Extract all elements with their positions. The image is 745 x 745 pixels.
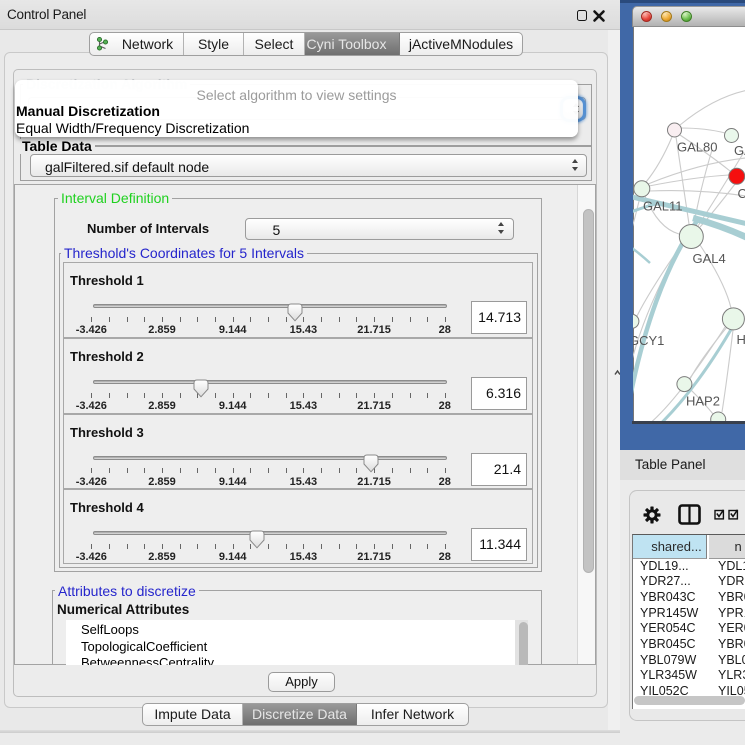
svg-text:HAP2: HAP2	[686, 394, 720, 409]
svg-text:GAL80: GAL80	[677, 140, 717, 155]
svg-text:GAL4: GAL4	[693, 251, 726, 266]
svg-text:GCY1: GCY1	[633, 333, 664, 348]
svg-text:GAL3: GAL3	[734, 143, 745, 158]
svg-text:CY: CY	[738, 186, 745, 201]
svg-text:H: H	[737, 332, 745, 347]
svg-text:GAL11: GAL11	[643, 199, 683, 214]
